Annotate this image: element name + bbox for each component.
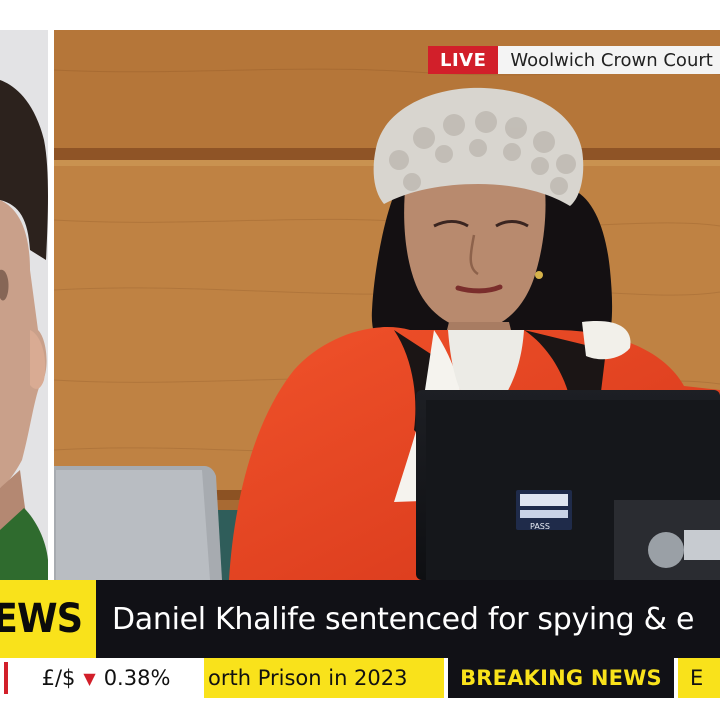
headline-text: Daniel Khalife sentenced for spying & e [112, 601, 695, 637]
courtroom-scene: PASS [54, 30, 720, 580]
news-ticker: £/$ ▼ 0.38% orth Prison in 2023 BREAKING… [0, 658, 720, 698]
courtroom-video: PASS [54, 30, 720, 580]
ticker-next-segment: E [678, 658, 720, 698]
headline-banner: EWS Daniel Khalife sentenced for spying … [0, 580, 720, 658]
live-label: LIVE [428, 46, 499, 74]
ticker-edge-marker [0, 658, 8, 698]
channel-logo-text: EWS [0, 596, 83, 642]
live-location-bug: LIVE Woolwich Crown Court [428, 46, 720, 74]
market-indicator: £/$ ▼ 0.38% [8, 658, 204, 698]
ticker-next-text: E [690, 666, 704, 690]
location-label: Woolwich Crown Court [498, 46, 720, 74]
headline-strap: Daniel Khalife sentenced for spying & e [96, 580, 720, 658]
defendant-photo-panel [0, 30, 48, 580]
down-arrow-icon: ▼ [83, 668, 96, 688]
breaking-news-tag: BREAKING NEWS [448, 658, 674, 698]
channel-logo-block: EWS [0, 580, 96, 658]
market-change: 0.38% [103, 666, 171, 690]
ticker-scroll-segment: orth Prison in 2023 [204, 658, 444, 698]
monitor-sticker-text: PASS [530, 522, 550, 531]
breaking-news-label: BREAKING NEWS [460, 666, 662, 690]
defendant-photo [0, 30, 48, 580]
market-pair: £/$ [41, 666, 76, 690]
ticker-scroll-text: orth Prison in 2023 [208, 666, 408, 690]
news-broadcast-frame: PASS LIVE Woolwich Crown Court EWS Danie… [0, 0, 720, 720]
